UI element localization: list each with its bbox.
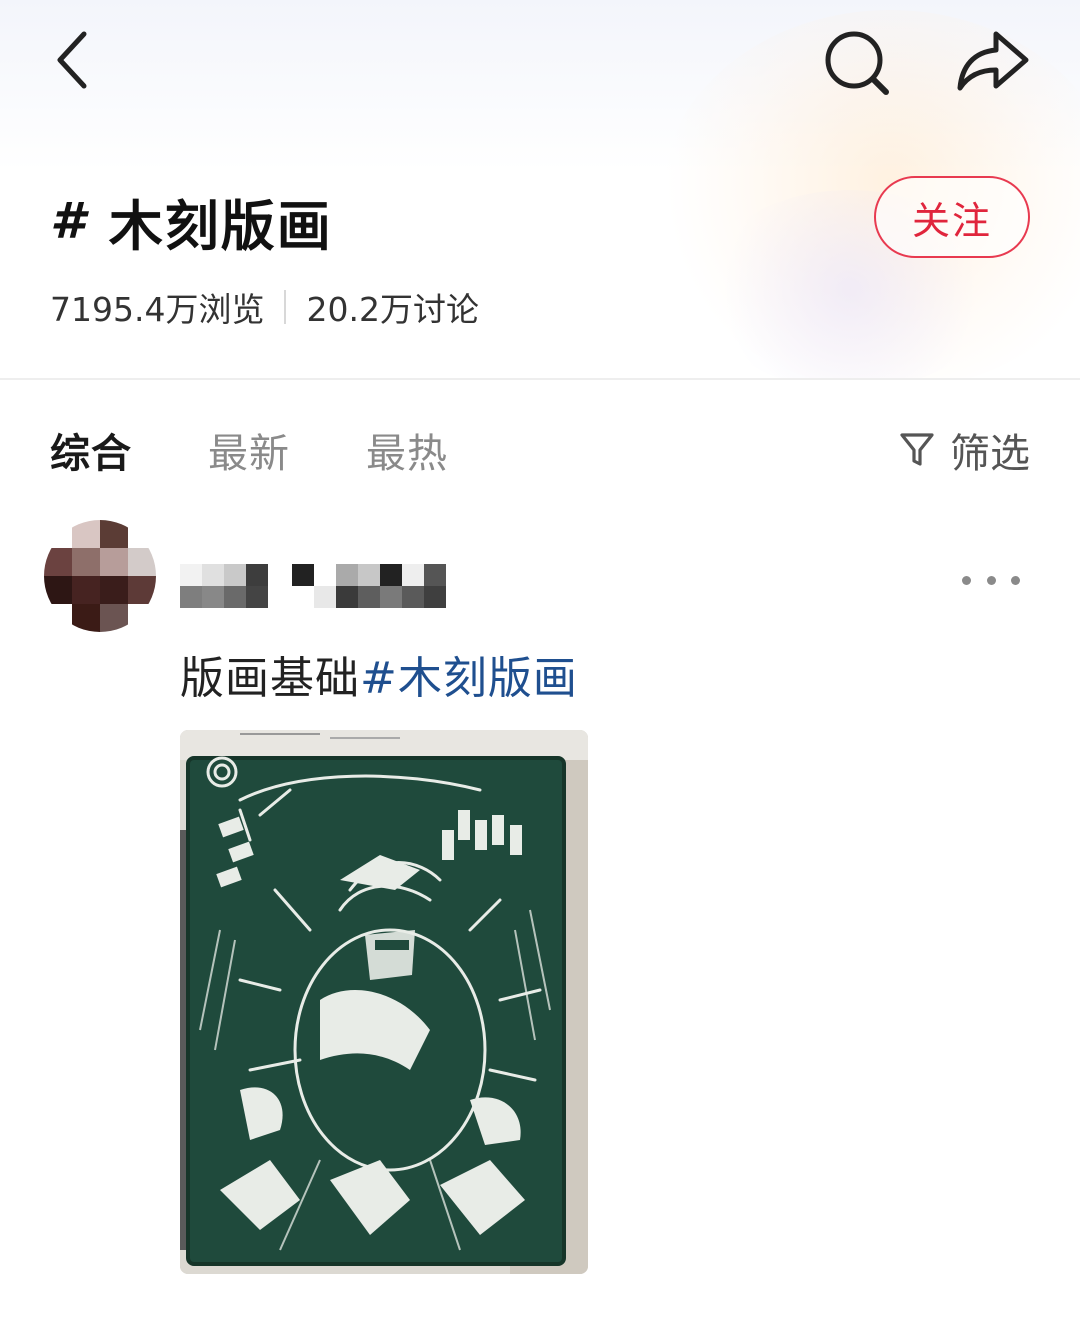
stats-divider (284, 290, 287, 324)
post-hashtag-link[interactable]: #木刻版画 (360, 642, 578, 706)
share-arrow-icon[interactable] (952, 26, 1032, 96)
dot (962, 575, 971, 585)
tab-latest[interactable]: 最新 (208, 421, 290, 479)
funnel-icon (900, 433, 934, 466)
post-image[interactable] (180, 730, 588, 1274)
discussion-count: 20.2万讨论 (306, 290, 479, 329)
username-pixel-block (292, 564, 446, 612)
more-dots-icon[interactable] (962, 565, 1020, 595)
chevron-left-icon[interactable] (44, 28, 104, 92)
topic-page: # 木刻版画 关注 7195.4万浏览 20.2万讨论 综合 最新 最热 筛选 (0, 0, 1080, 1321)
hash-mark: # (50, 192, 87, 250)
tab-bar: 综合 最新 最热 (50, 420, 524, 480)
username-blurred[interactable] (180, 564, 470, 612)
topic-stats: 7195.4万浏览 20.2万讨论 (50, 282, 479, 332)
avatar[interactable] (44, 520, 156, 632)
dot (986, 575, 996, 585)
page-title: # 木刻版画 (50, 186, 333, 258)
woodcut-print-photo (180, 730, 588, 1274)
tab-comprehensive[interactable]: 综合 (50, 421, 132, 479)
search-icon[interactable] (822, 28, 892, 98)
filter-label: 筛选 (950, 431, 1030, 477)
filter-button[interactable]: 筛选 (898, 420, 1030, 480)
topic-title-text: 木刻版画 (108, 194, 333, 258)
username-pixel-block (180, 564, 268, 612)
post-text: 版画基础 #木刻版画 (180, 642, 578, 706)
header-divider (0, 378, 1080, 380)
tab-hottest[interactable]: 最热 (366, 421, 448, 479)
follow-button[interactable]: 关注 (874, 176, 1030, 258)
post-text-body: 版画基础 (180, 653, 360, 704)
dot (1011, 575, 1020, 585)
views-count: 7195.4万浏览 (50, 290, 265, 329)
